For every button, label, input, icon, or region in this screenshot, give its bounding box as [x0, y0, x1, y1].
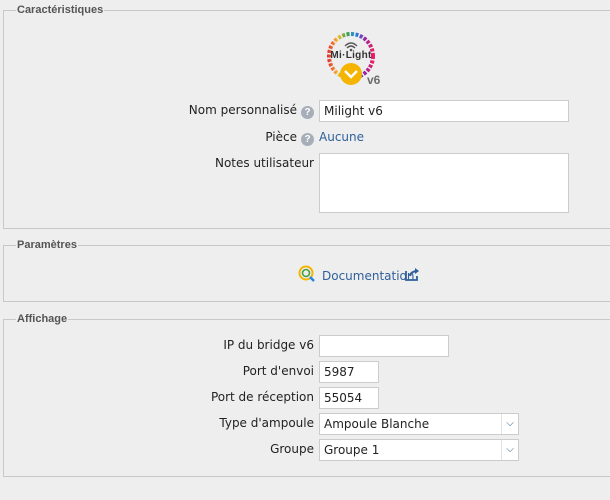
receive-port-label: Port de réception [210, 390, 314, 404]
notes-textarea[interactable] [319, 153, 569, 213]
notes-label: Notes utilisateur [214, 156, 314, 170]
documentation-icon [298, 265, 316, 286]
external-link-icon [405, 267, 421, 284]
custom-name-label-text: Nom personnalisé [188, 103, 297, 117]
milight-version-text: v6 [367, 73, 381, 87]
bridge-ip-label: IP du bridge v6 [223, 338, 314, 352]
milight-brand-text: Mi·Light [330, 50, 372, 61]
group-select[interactable]: Groupe 1 ⌵ [319, 439, 519, 461]
room-value[interactable]: Aucune [319, 130, 364, 144]
custom-name-input[interactable] [319, 100, 569, 122]
documentation-label[interactable]: Documentation [322, 269, 415, 283]
receive-port-input[interactable] [319, 387, 379, 409]
room-label: Pièce? [265, 130, 314, 146]
chevron-down-icon[interactable]: ⌵ [501, 414, 518, 434]
question-circle-icon[interactable]: ? [301, 106, 314, 119]
parameters-legend: Paramètres [16, 239, 78, 252]
group-label: Groupe [270, 442, 314, 456]
characteristics-legend: Caractéristiques [16, 4, 105, 17]
display-legend: Affichage [16, 313, 69, 326]
custom-name-label: Nom personnalisé? [189, 103, 314, 119]
bridge-ip-input[interactable] [319, 335, 449, 357]
chevron-down-icon[interactable]: ⌵ [501, 440, 518, 460]
bulb-type-select[interactable]: Ampoule Blanche ⌵ [319, 413, 519, 435]
send-port-input[interactable] [319, 361, 379, 383]
bulb-type-label: Type d'ampoule [219, 416, 314, 430]
send-port-label: Port d'envoi [242, 364, 314, 378]
bulb-type-value: Ampoule Blanche [324, 417, 430, 431]
room-label-text: Pièce [265, 130, 297, 144]
question-circle-icon[interactable]: ? [301, 133, 314, 146]
milight-logo: Mi·Light v6 [324, 32, 384, 88]
group-value: Groupe 1 [324, 443, 380, 457]
